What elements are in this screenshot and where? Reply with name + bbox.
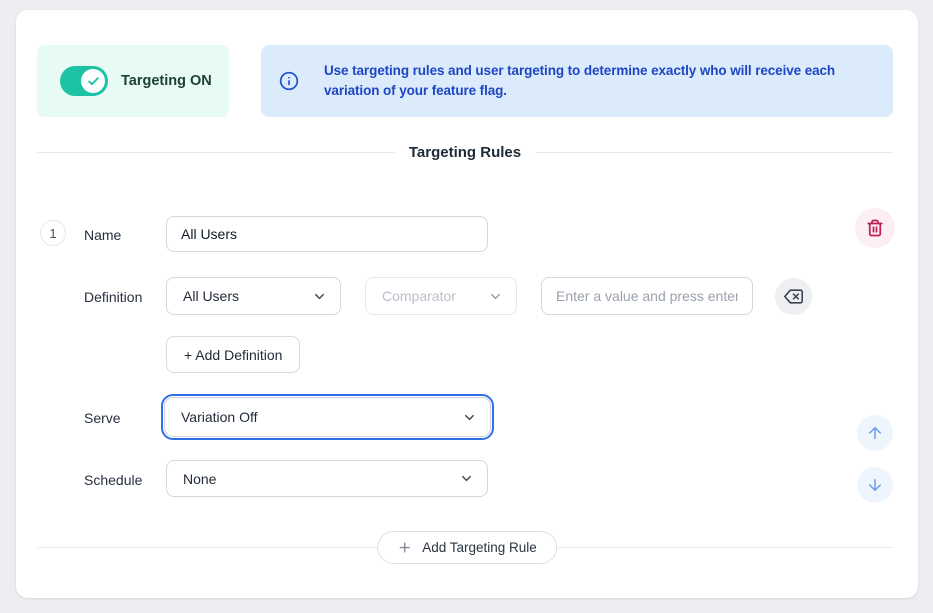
targeting-rules-heading: Targeting Rules	[37, 142, 893, 162]
move-rule-up-button[interactable]	[857, 415, 893, 451]
targeting-toggle-label: Targeting ON	[121, 73, 212, 89]
rule-name-input[interactable]	[166, 216, 488, 252]
comparator-select[interactable]: Comparator	[365, 277, 517, 315]
section-title: Targeting Rules	[395, 144, 535, 161]
plus-icon	[397, 540, 412, 555]
delete-rule-button[interactable]	[855, 208, 895, 248]
serve-select-value: Variation Off	[181, 409, 258, 425]
add-targeting-rule-button[interactable]: Add Targeting Rule	[377, 531, 557, 564]
arrow-down-icon	[866, 476, 884, 494]
info-banner-text: Use targeting rules and user targeting t…	[324, 61, 881, 101]
chevron-down-icon	[459, 471, 474, 486]
chevron-down-icon	[488, 289, 503, 304]
toggle-knob	[81, 69, 105, 93]
targeting-toggle-panel: Targeting ON	[37, 45, 229, 117]
audience-select-value: All Users	[183, 288, 239, 304]
move-rule-down-button[interactable]	[857, 467, 893, 503]
check-icon	[87, 75, 100, 88]
divider-line	[535, 152, 893, 153]
chevron-down-icon	[312, 289, 327, 304]
backspace-icon	[784, 287, 803, 306]
serve-label: Serve	[84, 410, 164, 426]
definition-value-input[interactable]	[541, 277, 753, 315]
divider-line	[37, 152, 395, 153]
serve-select[interactable]: Variation Off	[164, 397, 491, 437]
targeting-toggle[interactable]	[60, 66, 108, 96]
definition-label: Definition	[84, 289, 164, 305]
name-label: Name	[84, 227, 164, 243]
chevron-down-icon	[462, 410, 477, 425]
arrow-up-icon	[866, 424, 884, 442]
add-targeting-rule-label: Add Targeting Rule	[422, 540, 537, 555]
audience-select[interactable]: All Users	[166, 277, 341, 315]
targeting-info-banner: Use targeting rules and user targeting t…	[261, 45, 893, 117]
schedule-select[interactable]: None	[166, 460, 488, 497]
targeting-card: Targeting ON Use targeting rules and use…	[16, 10, 918, 598]
add-definition-button[interactable]: + Add Definition	[166, 336, 300, 373]
schedule-label: Schedule	[84, 472, 164, 488]
rule-number-badge: 1	[40, 220, 66, 246]
clear-definition-button[interactable]	[775, 278, 812, 315]
schedule-select-value: None	[183, 471, 216, 487]
comparator-select-placeholder: Comparator	[382, 288, 456, 304]
info-icon	[279, 71, 299, 91]
trash-icon	[866, 219, 884, 237]
